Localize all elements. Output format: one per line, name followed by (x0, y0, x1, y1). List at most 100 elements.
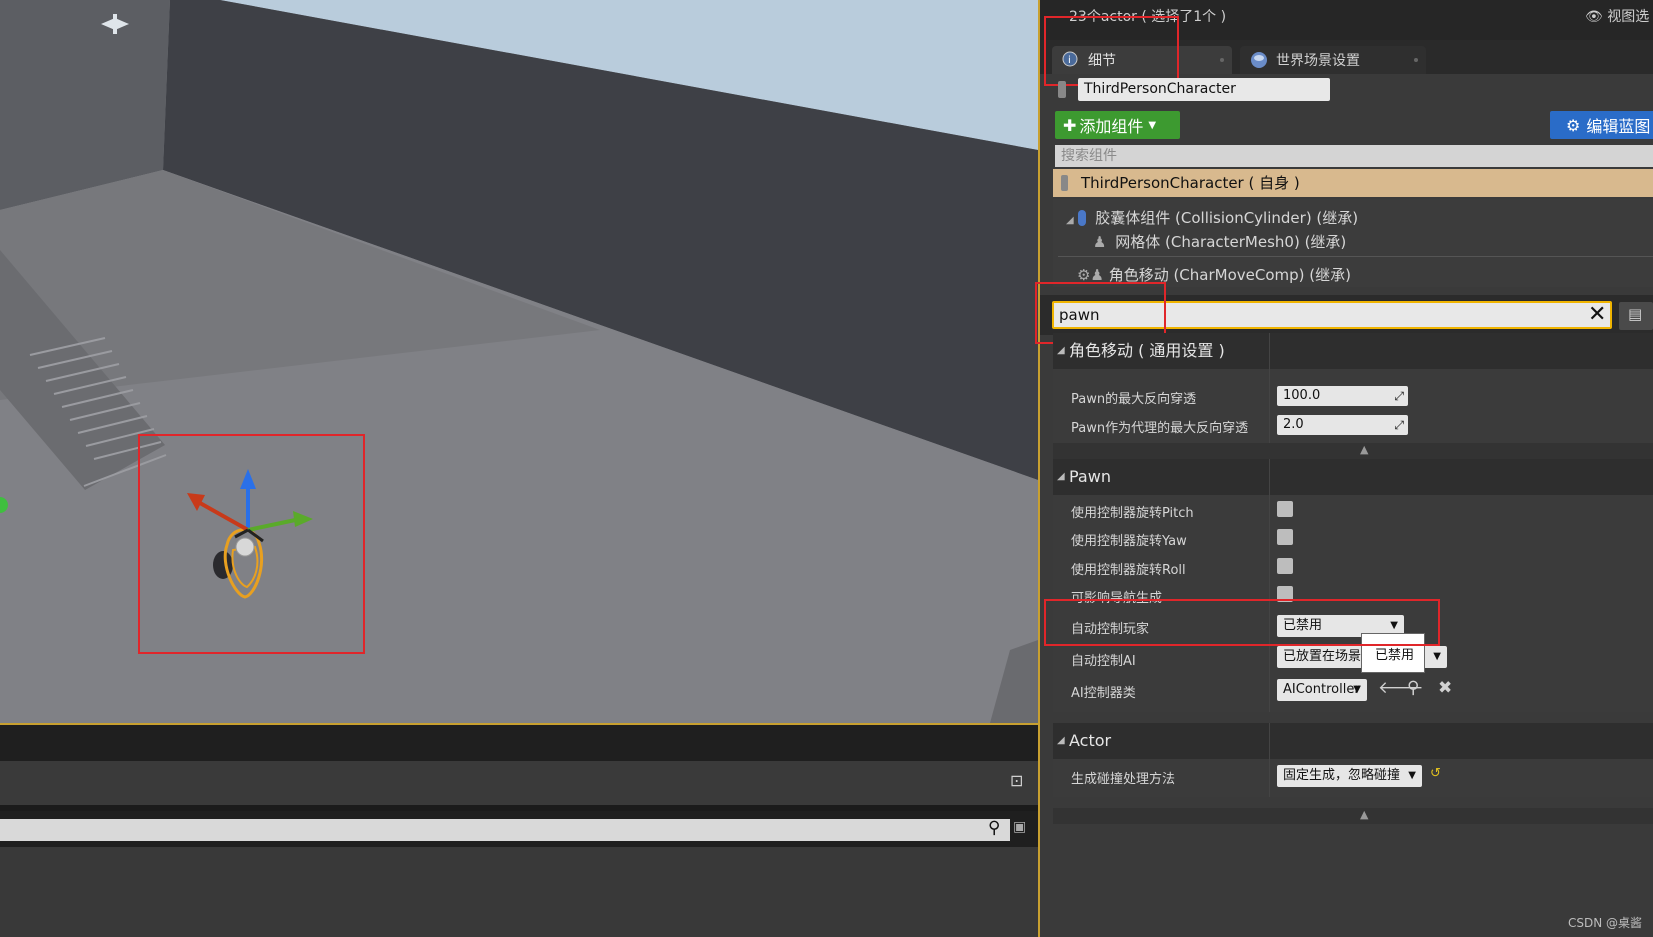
level-viewport[interactable] (0, 0, 1038, 723)
field-value: 2.0 (1283, 417, 1304, 432)
content-search-input[interactable] (0, 819, 1010, 841)
advanced-expander[interactable]: ▲ (1053, 808, 1653, 824)
prop-label: 使用控制器旋转Pitch (1071, 506, 1194, 521)
combo-value: AIController (1283, 682, 1360, 697)
watermark: CSDN @桌酱 (1568, 916, 1643, 930)
prop-label: Pawn的最大反向穿透 (1071, 392, 1197, 407)
search-icon[interactable]: ⚲ (988, 818, 1000, 838)
eye-icon: 👁 (1585, 9, 1603, 25)
prop-label: 可影响导航生成 (1071, 591, 1163, 606)
column-divider (1269, 333, 1270, 453)
tree-item-label: 角色移动 (CharMoveComp) (继承) (1108, 266, 1351, 284)
advanced-expander[interactable]: ▲ (1053, 443, 1653, 459)
tree-item-capsule[interactable]: ◢ 胶囊体组件 (CollisionCylinder) (继承) (1066, 207, 1358, 228)
lock-icon[interactable]: ⊡ (1010, 771, 1023, 790)
tab-world-settings[interactable]: 世界场景设置 (1240, 46, 1426, 74)
content-panel: ⊡ ⚲ ▣ (0, 725, 1038, 937)
category-title: 角色移动 ( 通用设置 ) (1069, 341, 1225, 360)
tree-item-label: 胶囊体组件 (CollisionCylinder) (继承) (1095, 209, 1359, 227)
clear-x-icon[interactable]: ✖ (1438, 678, 1452, 698)
tree-item-mesh[interactable]: ♟ 网格体 (CharacterMesh0) (继承) (1093, 231, 1346, 252)
component-search-input[interactable]: 搜索组件 (1055, 145, 1653, 167)
tab-details[interactable]: i 细节 (1052, 46, 1232, 74)
affect-navigation-checkbox[interactable] (1277, 586, 1293, 602)
max-proxy-depenetration-field[interactable]: 2.0 ⤢ (1277, 415, 1408, 435)
save-icon[interactable]: ▣ (1013, 819, 1026, 835)
prop-label: 自动控制玩家 (1071, 622, 1150, 637)
combo-value: 已禁用 (1283, 618, 1323, 633)
tab-world-settings-label: 世界场景设置 (1276, 53, 1360, 69)
add-component-label: 添加组件 (1079, 117, 1144, 136)
svg-text:i: i (1068, 55, 1071, 66)
prop-label: 使用控制器旋转Yaw (1071, 534, 1187, 549)
category-movement[interactable]: ◢ 角色移动 ( 通用设置 ) (1053, 333, 1653, 369)
use-controller-pitch-checkbox[interactable] (1277, 501, 1293, 517)
prop-label: 自动控制AI (1071, 654, 1136, 669)
clear-search-icon[interactable]: ✕ (1588, 303, 1606, 327)
use-controller-yaw-checkbox[interactable] (1277, 529, 1293, 545)
add-component-button[interactable]: ✚ 添加组件 ▼ (1055, 111, 1180, 139)
content-header: ⊡ (0, 761, 1038, 805)
tree-separator (1058, 256, 1653, 257)
spawn-collision-combo[interactable]: 固定生成，忽略碰撞 ▼ (1277, 765, 1422, 787)
content-area (0, 847, 1038, 937)
movement-props (1053, 369, 1653, 453)
collapse-triangle-icon: ◢ (1057, 735, 1065, 746)
chevron-down-icon: ▼ (1433, 651, 1441, 662)
column-divider (1269, 723, 1270, 797)
plus-icon: ✚ (1063, 115, 1077, 135)
actor-name-field[interactable]: ThirdPersonCharacter (1078, 78, 1330, 101)
browse-search-icon[interactable]: ⚲ (1407, 678, 1419, 698)
expand-arrows-icon: ⤢ (1394, 389, 1404, 403)
viewport-scene (0, 0, 1038, 723)
ai-controller-class-combo[interactable]: AIController ▼ (1277, 679, 1367, 701)
tree-item-label: 网格体 (CharacterMesh0) (继承) (1115, 233, 1347, 251)
globe-icon (1251, 52, 1267, 68)
prop-label: Pawn作为代理的最大反向穿透 (1071, 421, 1249, 436)
combo-value: 固定生成，忽略碰撞 (1283, 768, 1401, 783)
movement-icon: ⚙♟ (1077, 266, 1104, 284)
view-options-button[interactable]: 👁 视图选 (1585, 6, 1649, 26)
collapse-triangle-icon: ◢ (1057, 345, 1065, 356)
reset-default-icon[interactable]: ↺ (1430, 766, 1441, 781)
category-title: Pawn (1069, 467, 1111, 486)
edit-blueprint-label: 编辑蓝图 (1586, 117, 1651, 136)
category-title: Actor (1069, 731, 1112, 750)
combo-value: 已放置在场景 (1283, 649, 1362, 664)
content-toolbar (0, 725, 1038, 761)
field-value: 100.0 (1283, 388, 1321, 403)
max-depenetration-field[interactable]: 100.0 ⤢ (1277, 386, 1408, 406)
grid-icon: ▤ (1628, 305, 1643, 323)
view-options-label: 视图选 (1607, 9, 1650, 25)
capsule-icon (1078, 210, 1087, 226)
tab-close-dot[interactable] (1414, 58, 1418, 62)
component-lock-icon (1061, 175, 1068, 191)
edit-blueprint-button[interactable]: ⚙ 编辑蓝图 (1550, 111, 1653, 139)
content-search-bar: ⚲ ▣ (0, 811, 1038, 847)
column-divider (1269, 459, 1270, 712)
use-controller-roll-checkbox[interactable] (1277, 558, 1293, 574)
expand-arrows-icon: ⤢ (1394, 418, 1404, 432)
gear-icon: ⚙ (1566, 115, 1581, 135)
chevron-down-icon: ▼ (1148, 119, 1157, 131)
prop-label: 生成碰撞处理方法 (1071, 772, 1176, 787)
collapse-triangle-icon: ◢ (1057, 471, 1065, 482)
actor-lock-icon (1058, 81, 1066, 98)
details-search-input[interactable]: pawn (1052, 301, 1612, 329)
category-actor[interactable]: ◢ Actor (1053, 723, 1653, 759)
view-options-grid-button[interactable]: ▤ (1619, 302, 1653, 330)
prop-label: AI控制器类 (1071, 686, 1136, 701)
component-self-row[interactable]: ThirdPersonCharacter ( 自身 ) (1053, 169, 1653, 197)
tree-item-movement[interactable]: ⚙♟ 角色移动 (CharMoveComp) (继承) (1077, 264, 1351, 285)
expand-arrow-icon[interactable]: ◢ (1066, 215, 1074, 226)
tab-close-dot[interactable] (1220, 58, 1224, 62)
chevron-up-icon: ▲ (1360, 443, 1369, 456)
dropdown-popup[interactable]: 已禁用 (1361, 633, 1425, 673)
mesh-figure-icon: ♟ (1093, 233, 1107, 251)
chevron-down-icon: ▼ (1408, 770, 1416, 781)
tab-details-label: 细节 (1088, 53, 1116, 69)
info-search-icon: i (1062, 51, 1078, 67)
chevron-down-icon: ▼ (1353, 684, 1361, 695)
selection-title: 23个actor ( 选择了1个 ) (1069, 9, 1227, 25)
category-pawn[interactable]: ◢ Pawn (1053, 459, 1653, 495)
